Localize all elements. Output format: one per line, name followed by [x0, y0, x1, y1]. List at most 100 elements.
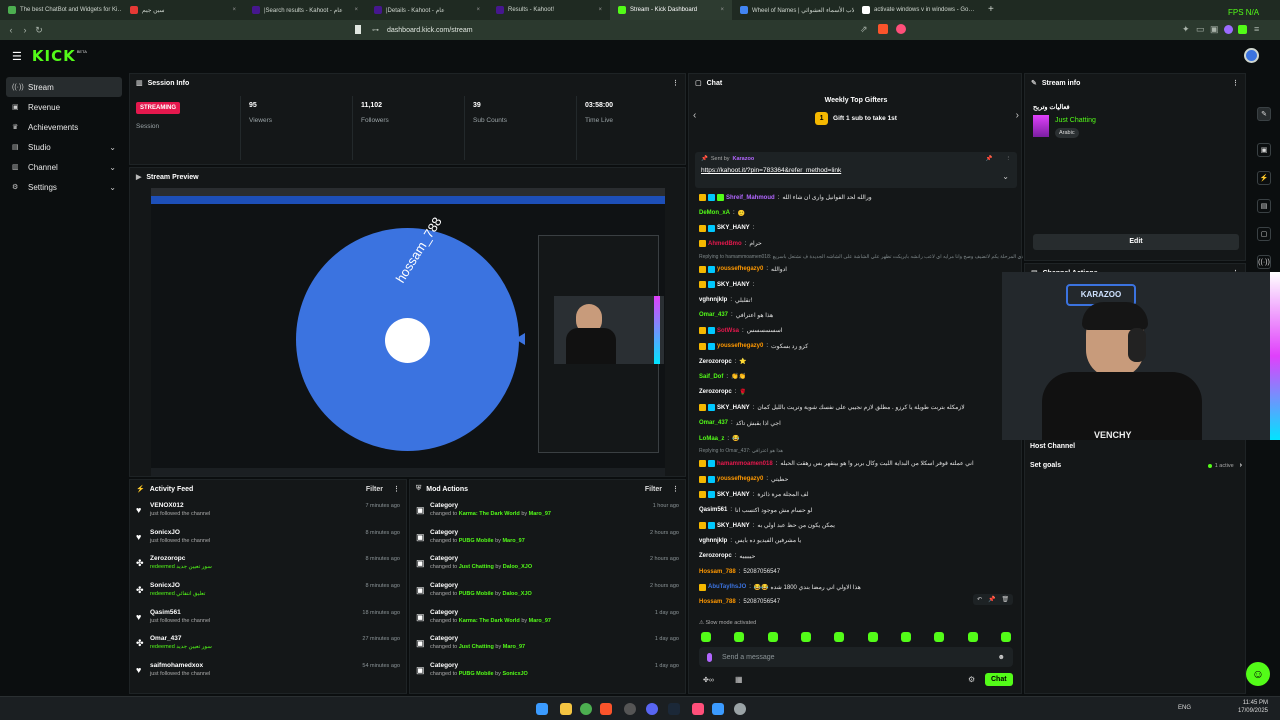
chat-message[interactable]: SKY_HANY: [689, 277, 1023, 292]
chat-message[interactable]: hamammoamen018: اني عملته قوفر اسكلا من ا… [689, 456, 1023, 471]
reply-preview[interactable]: Replying to Omar_437: هذا هو اعترافي [689, 446, 1023, 456]
obs-icon[interactable] [692, 703, 704, 715]
chat-message[interactable]: youssefhegazy0: حطيتي [689, 472, 1023, 487]
session-more-icon[interactable]: ⋮ [672, 79, 679, 87]
pinned-more-icon[interactable]: ⋮ [1006, 156, 1012, 162]
profile-icon[interactable] [1224, 25, 1233, 34]
chat-username[interactable]: Zerozoropc [699, 553, 732, 559]
pin-message-icon[interactable]: 📌 [988, 596, 995, 603]
emoji-icon[interactable]: ☻ [998, 654, 1005, 661]
mod-action-item[interactable]: ▣ Category changed to Just Chatting by Mar… [410, 635, 685, 662]
chat-message[interactable]: vghnnjklp: يا مشرفين الفيديو ده بايس [689, 533, 1023, 548]
emote-icon[interactable] [734, 632, 745, 642]
notes-icon[interactable] [712, 703, 724, 715]
browser-tab[interactable]: activate windows v in windows - Go…× [854, 0, 976, 20]
activity-item[interactable]: ✤ Zerozoropc redeemed سور تعيين جديد 8 minu… [130, 555, 406, 582]
mod-more-icon[interactable]: ⋮ [672, 485, 679, 493]
close-tab-icon[interactable]: × [232, 7, 236, 13]
activity-filter-button[interactable]: Filter [366, 486, 383, 493]
site-info-icon[interactable]: ⊶ [372, 26, 379, 34]
stream-video[interactable]: hossam_788 [151, 188, 665, 476]
send-chat-button[interactable]: Chat [985, 673, 1013, 686]
activity-item[interactable]: ♥ Qasim561 just followed the channel 18 min… [130, 609, 406, 636]
gifters-prev-icon[interactable]: ‹ [693, 110, 696, 121]
chat-username[interactable]: DeMon_xA [699, 210, 730, 216]
mic-icon[interactable] [707, 652, 712, 662]
browser-tab[interactable]: The best ChatBot and Widgets for Ki…× [0, 0, 122, 20]
edit-stream-button[interactable]: Edit [1033, 234, 1239, 250]
chat-username[interactable]: vghnnjklp [699, 538, 727, 544]
set-goals-button[interactable]: Set goals 1 active › [1030, 462, 1242, 469]
activity-item[interactable]: ♥ VENOX012 just followed the channel 7 minu… [130, 502, 406, 529]
gifters-next-icon[interactable]: › [1016, 110, 1019, 121]
browser-tab[interactable]: Stream - Kick Dashboard × [610, 0, 732, 20]
chat-username[interactable]: Shreif_Mahmoud [726, 195, 775, 201]
host-channel-button[interactable]: Host Channel [1030, 443, 1075, 450]
sidebar-item-channel[interactable]: ▥ Channel ⌄ [6, 157, 122, 177]
forward-icon[interactable]: › [18, 25, 32, 35]
chat-message[interactable]: Hossam_788:52087056547 [689, 564, 1023, 579]
quick-action-icon-3[interactable]: ▤ [1257, 199, 1271, 213]
chat-username[interactable]: Omar_437 [699, 312, 728, 318]
sidebar-toggle-icon[interactable]: ▭ [1196, 24, 1205, 35]
pinned-link[interactable]: https://kahoot.it/?pin=783364&refer_meth… [701, 167, 1011, 174]
chat-username[interactable]: Omar_437 [699, 420, 728, 426]
emote-icon[interactable] [934, 632, 945, 642]
chat-username[interactable]: SKY_HANY [717, 492, 750, 498]
chat-message[interactable]: Omar_437: هذا هو اعترافي [689, 308, 1023, 323]
brave-icon[interactable] [600, 703, 612, 715]
chat-username[interactable]: Zerozoropc [699, 389, 732, 395]
start-icon[interactable] [536, 703, 548, 715]
chat-username[interactable]: youssefhegazy0 [717, 343, 763, 349]
chat-username[interactable]: youssefhegazy0 [717, 476, 763, 482]
extensions-icon[interactable]: ✦ [1182, 24, 1190, 35]
clock[interactable]: 11:45 PM 17/09/2025 [1232, 700, 1268, 714]
menu-icon[interactable]: ≡ [1254, 24, 1259, 34]
hamburger-menu-icon[interactable]: ☰ [12, 50, 22, 63]
chat-message[interactable]: LoMaa_z: 😂 [689, 431, 1023, 446]
emote-icon[interactable] [767, 632, 778, 642]
brave-rewards-icon[interactable] [896, 24, 906, 34]
chat-message[interactable]: Zerozoropc: حيييييه [689, 549, 1023, 564]
chat-username[interactable]: LoMaa_z [699, 436, 724, 442]
pinned-message[interactable]: 📌 Sent by Karazoo 📌 ⋮ https://kahoot.it/?pin… [695, 152, 1017, 188]
category-name[interactable]: Just Chatting [1055, 117, 1096, 124]
sidebar-item-stream[interactable]: ((·)) Stream [6, 77, 122, 97]
user-avatar[interactable] [1244, 48, 1259, 63]
steam-icon[interactable] [668, 703, 680, 715]
emote-icon[interactable] [834, 632, 845, 642]
browser-tab[interactable]: Wheel of Names | دوّلاب الأسماء العشوائي… [732, 0, 854, 20]
chat-username[interactable]: Zerozoropc [699, 359, 732, 365]
chat-settings-icon[interactable]: ⚙ [968, 675, 975, 684]
file-explorer-icon[interactable] [560, 703, 572, 715]
url-input[interactable]: ⊶ dashboard.kick.com/stream [352, 23, 912, 37]
stream-info-more-icon[interactable]: ⋮ [1232, 79, 1239, 87]
chat-username[interactable]: AbuTaylhsJO [708, 584, 746, 590]
vpn-icon[interactable] [1238, 25, 1247, 34]
app-icon-1[interactable] [624, 703, 636, 715]
sidebar-item-studio[interactable]: ▤ Studio ⌄ [6, 137, 122, 157]
chat-message[interactable]: vghnnjklp: تقلبلي! [689, 292, 1023, 307]
sidebar-item-settings[interactable]: ⚙ Settings ⌄ [6, 177, 122, 197]
chat-username[interactable]: SKY_HANY [717, 282, 750, 288]
back-icon[interactable]: ‹ [4, 25, 18, 35]
chat-username[interactable]: Saif_Dof [699, 374, 723, 380]
mod-action-item[interactable]: ▣ Category changed to Karma: The Dark Worl… [410, 502, 685, 529]
sidebar-item-achievements[interactable]: ♛ Achievements [6, 117, 122, 137]
chat-username[interactable]: youssefhegazy0 [717, 266, 763, 272]
chat-message[interactable]: SKY_HANY: يمكن يكون من حظ عبد اولي به [689, 518, 1023, 533]
chat-username[interactable]: AhmedBmo [708, 241, 742, 247]
language-indicator[interactable]: ENG [1178, 705, 1191, 711]
chat-message[interactable]: Qasim561: لو حسام مش موجود اكتسب انا [689, 502, 1023, 517]
reply-icon[interactable]: ↶ [977, 596, 982, 603]
chat-username[interactable]: SKY_HANY [717, 523, 750, 529]
wallet-icon[interactable]: ▣ [1210, 24, 1219, 35]
share-icon[interactable]: ⇗ [860, 24, 868, 35]
chat-message[interactable]: SKY_HANY: [689, 221, 1023, 236]
chat-input[interactable]: Send a message ☻ [699, 647, 1013, 667]
new-tab-button[interactable]: + [988, 4, 994, 15]
brave-shield-icon[interactable] [878, 24, 888, 34]
chat-message[interactable]: SKY_HANY: لف المجلة مرة ذائرة [689, 487, 1023, 502]
emote-icon[interactable] [867, 632, 878, 642]
browser-tab[interactable]: |Search results - Kahoot - عام × [244, 0, 366, 20]
